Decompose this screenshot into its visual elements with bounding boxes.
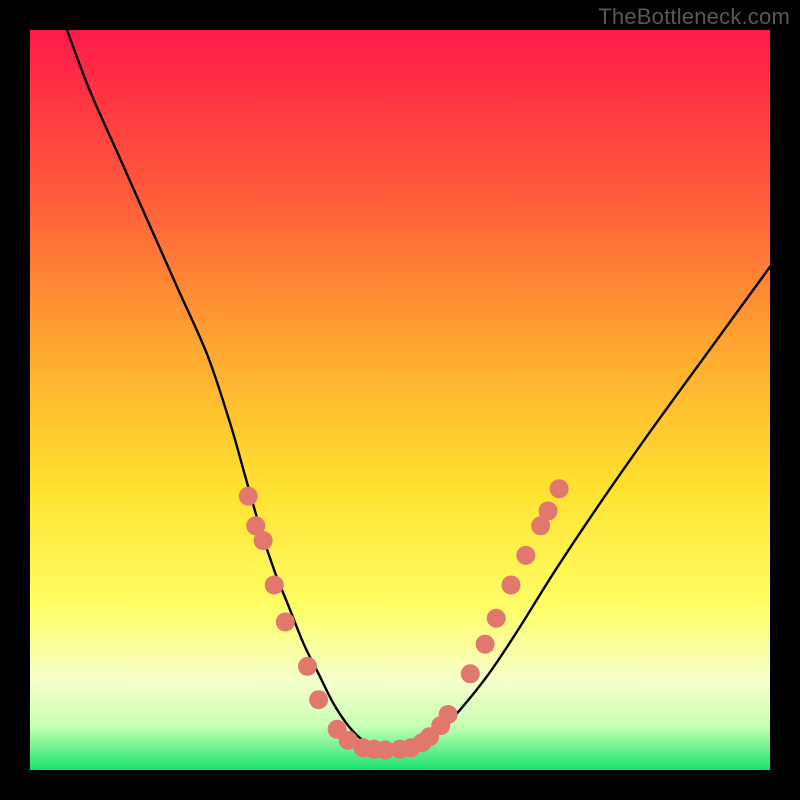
gradient-background bbox=[30, 30, 770, 770]
data-marker bbox=[239, 487, 258, 506]
chart-frame: TheBottleneck.com bbox=[0, 0, 800, 800]
data-marker bbox=[439, 705, 458, 724]
data-marker bbox=[516, 546, 535, 565]
data-marker bbox=[276, 613, 295, 632]
plot-area bbox=[30, 30, 770, 770]
chart-svg bbox=[30, 30, 770, 770]
data-marker bbox=[461, 664, 480, 683]
data-marker bbox=[254, 531, 273, 550]
data-marker bbox=[476, 635, 495, 654]
watermark-text: TheBottleneck.com bbox=[598, 4, 790, 30]
data-marker bbox=[539, 502, 558, 521]
data-marker bbox=[502, 576, 521, 595]
data-marker bbox=[298, 657, 317, 676]
data-marker bbox=[265, 576, 284, 595]
data-marker bbox=[550, 479, 569, 498]
data-marker bbox=[487, 609, 506, 628]
data-marker bbox=[309, 690, 328, 709]
